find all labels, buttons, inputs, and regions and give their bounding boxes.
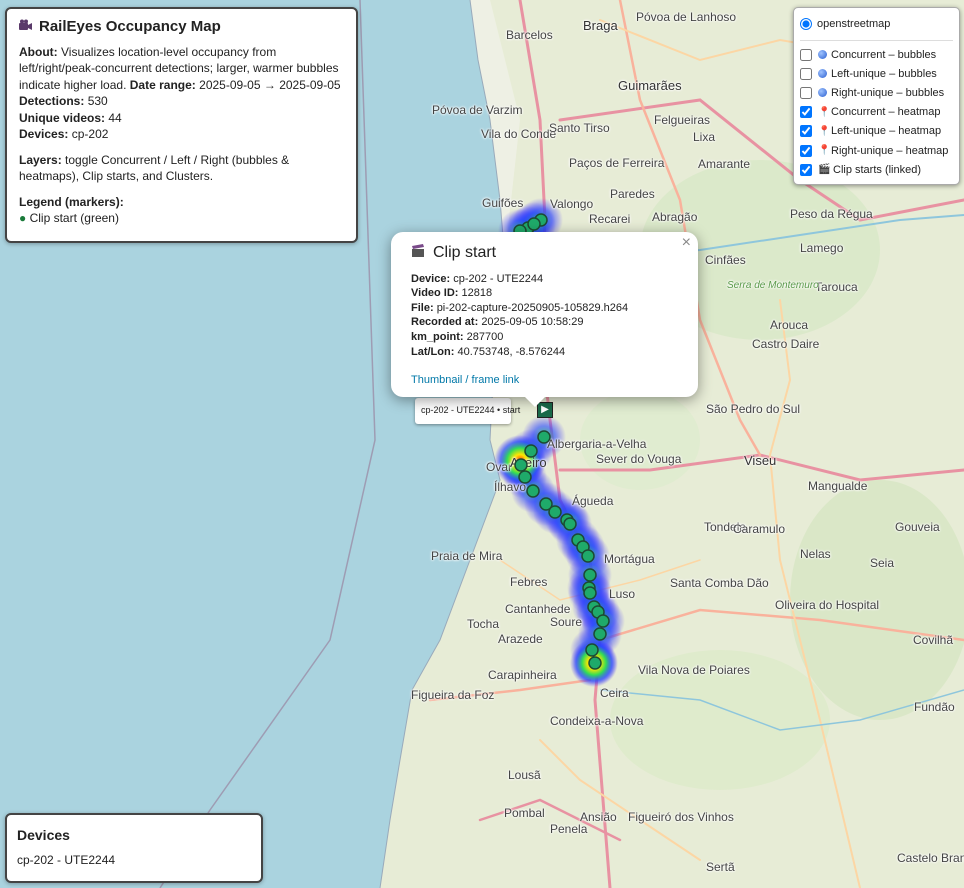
pin-icon: 📍 xyxy=(818,106,831,118)
overlay-label: Left-unique – heatmap xyxy=(831,125,942,138)
clip-start-marker[interactable] xyxy=(593,627,607,641)
clip-start-marker[interactable] xyxy=(596,614,610,628)
clip-start-marker[interactable] xyxy=(585,643,599,657)
overlay-option[interactable]: Left-unique – bubbles xyxy=(800,64,953,83)
base-layer-option[interactable]: openstreetmap xyxy=(800,14,953,41)
layers-control: openstreetmap Concurrent – bubbles Left-u… xyxy=(793,7,960,185)
about-text: About: Visualizes location-level occupan… xyxy=(19,44,341,92)
overlay-option[interactable]: Right-unique – bubbles xyxy=(800,83,953,102)
overlay-label: Right-unique – bubbles xyxy=(831,86,945,99)
popup-title: Clip start xyxy=(411,244,678,262)
clapper-icon xyxy=(411,244,425,262)
clip-start-marker[interactable] xyxy=(548,505,562,519)
legend-heading: Legend (markers): xyxy=(19,194,124,209)
devices-panel: Devices cp-202 - UTE2244 xyxy=(5,813,263,883)
overlay-option[interactable]: 📍 Left-unique – heatmap xyxy=(800,122,953,141)
clip-start-marker[interactable] xyxy=(514,458,528,472)
base-layer-radio[interactable] xyxy=(800,18,812,30)
thumbnail-link[interactable]: Thumbnail / frame link xyxy=(411,373,519,388)
clip-start-marker[interactable] xyxy=(524,444,538,458)
clip-start-marker[interactable] xyxy=(518,470,532,484)
overlay-label: Right-unique – heatmap xyxy=(831,144,949,157)
clip-start-marker[interactable] xyxy=(581,549,595,563)
devices-title: Devices xyxy=(17,827,70,843)
overlay-option[interactable]: Concurrent – bubbles xyxy=(800,45,953,64)
info-title-text: RailEyes Occupancy Map xyxy=(39,18,221,35)
overlay-checkbox[interactable] xyxy=(800,48,812,61)
overlay-label: Left-unique – bubbles xyxy=(831,67,937,80)
bubble-icon xyxy=(818,50,827,60)
overlay-checkbox[interactable] xyxy=(800,144,812,157)
clip-start-marker[interactable] xyxy=(526,484,540,498)
overlay-option[interactable]: 📍 Right-unique – heatmap xyxy=(800,141,953,160)
clip-start-marker[interactable] xyxy=(563,517,577,531)
layers-help: Layers: toggle Concurrent / Left / Right… xyxy=(19,152,290,184)
overlay-option[interactable]: 📍 Concurrent – heatmap xyxy=(800,103,953,122)
clip-start-popup: × Clip start Device: cp-202 - UTE2244 Vi… xyxy=(391,232,698,407)
popup-file: File: pi-202-capture-20250905-105829.h26… xyxy=(411,301,629,314)
videos-stat: Unique videos: 44 xyxy=(19,110,122,125)
popup-tip xyxy=(525,397,545,407)
bubble-icon xyxy=(818,88,827,98)
overlay-label: Concurrent – bubbles xyxy=(831,48,937,61)
pin-icon: 📍 xyxy=(818,125,831,137)
overlay-option[interactable]: 🎬 Clip starts (linked) xyxy=(800,160,953,179)
overlay-label: Concurrent – heatmap xyxy=(831,106,941,119)
info-title: RailEyes Occupancy Map xyxy=(19,18,344,36)
overlay-checkbox[interactable] xyxy=(800,86,812,99)
marker-tooltip: cp-202 - UTE2244 • start xyxy=(415,398,520,424)
bubble-icon xyxy=(818,69,827,79)
clapper-icon: 🎬 xyxy=(818,164,831,176)
popup-device: Device: cp-202 - UTE2244 xyxy=(411,272,544,285)
video-camera-icon xyxy=(19,19,33,36)
popup-km-point: km_point: 287700 xyxy=(411,330,504,343)
legend-item: ● Clip start (green) xyxy=(19,211,119,225)
clip-start-marker[interactable] xyxy=(527,217,541,231)
popup-latlon: Lat/Lon: 40.753748, -8.576244 xyxy=(411,345,566,358)
detections-stat: Detections: 530 xyxy=(19,94,108,108)
clip-start-marker[interactable] xyxy=(537,430,551,444)
clip-start-marker[interactable] xyxy=(583,568,597,582)
overlay-checkbox[interactable] xyxy=(800,106,812,119)
overlay-checkbox[interactable] xyxy=(800,67,812,80)
pin-icon: 📍 xyxy=(818,145,831,157)
clip-start-marker[interactable] xyxy=(588,656,602,670)
device-item[interactable]: cp-202 - UTE2244 xyxy=(17,853,251,867)
popup-recorded: Recorded at: 2025-09-05 10:58:29 xyxy=(411,316,584,329)
clip-start-marker[interactable] xyxy=(583,586,597,600)
devices-stat: Devices: cp-202 xyxy=(19,127,109,141)
overlay-checkbox[interactable] xyxy=(800,163,812,176)
overlay-label: Clip starts (linked) xyxy=(833,163,922,176)
green-dot-icon: ● xyxy=(19,211,27,225)
info-panel: RailEyes Occupancy Map About: Visualizes… xyxy=(5,7,358,243)
overlay-checkbox[interactable] xyxy=(800,125,812,138)
popup-video-id: Video ID: 12818 xyxy=(411,287,493,300)
close-icon[interactable]: × xyxy=(682,235,691,251)
